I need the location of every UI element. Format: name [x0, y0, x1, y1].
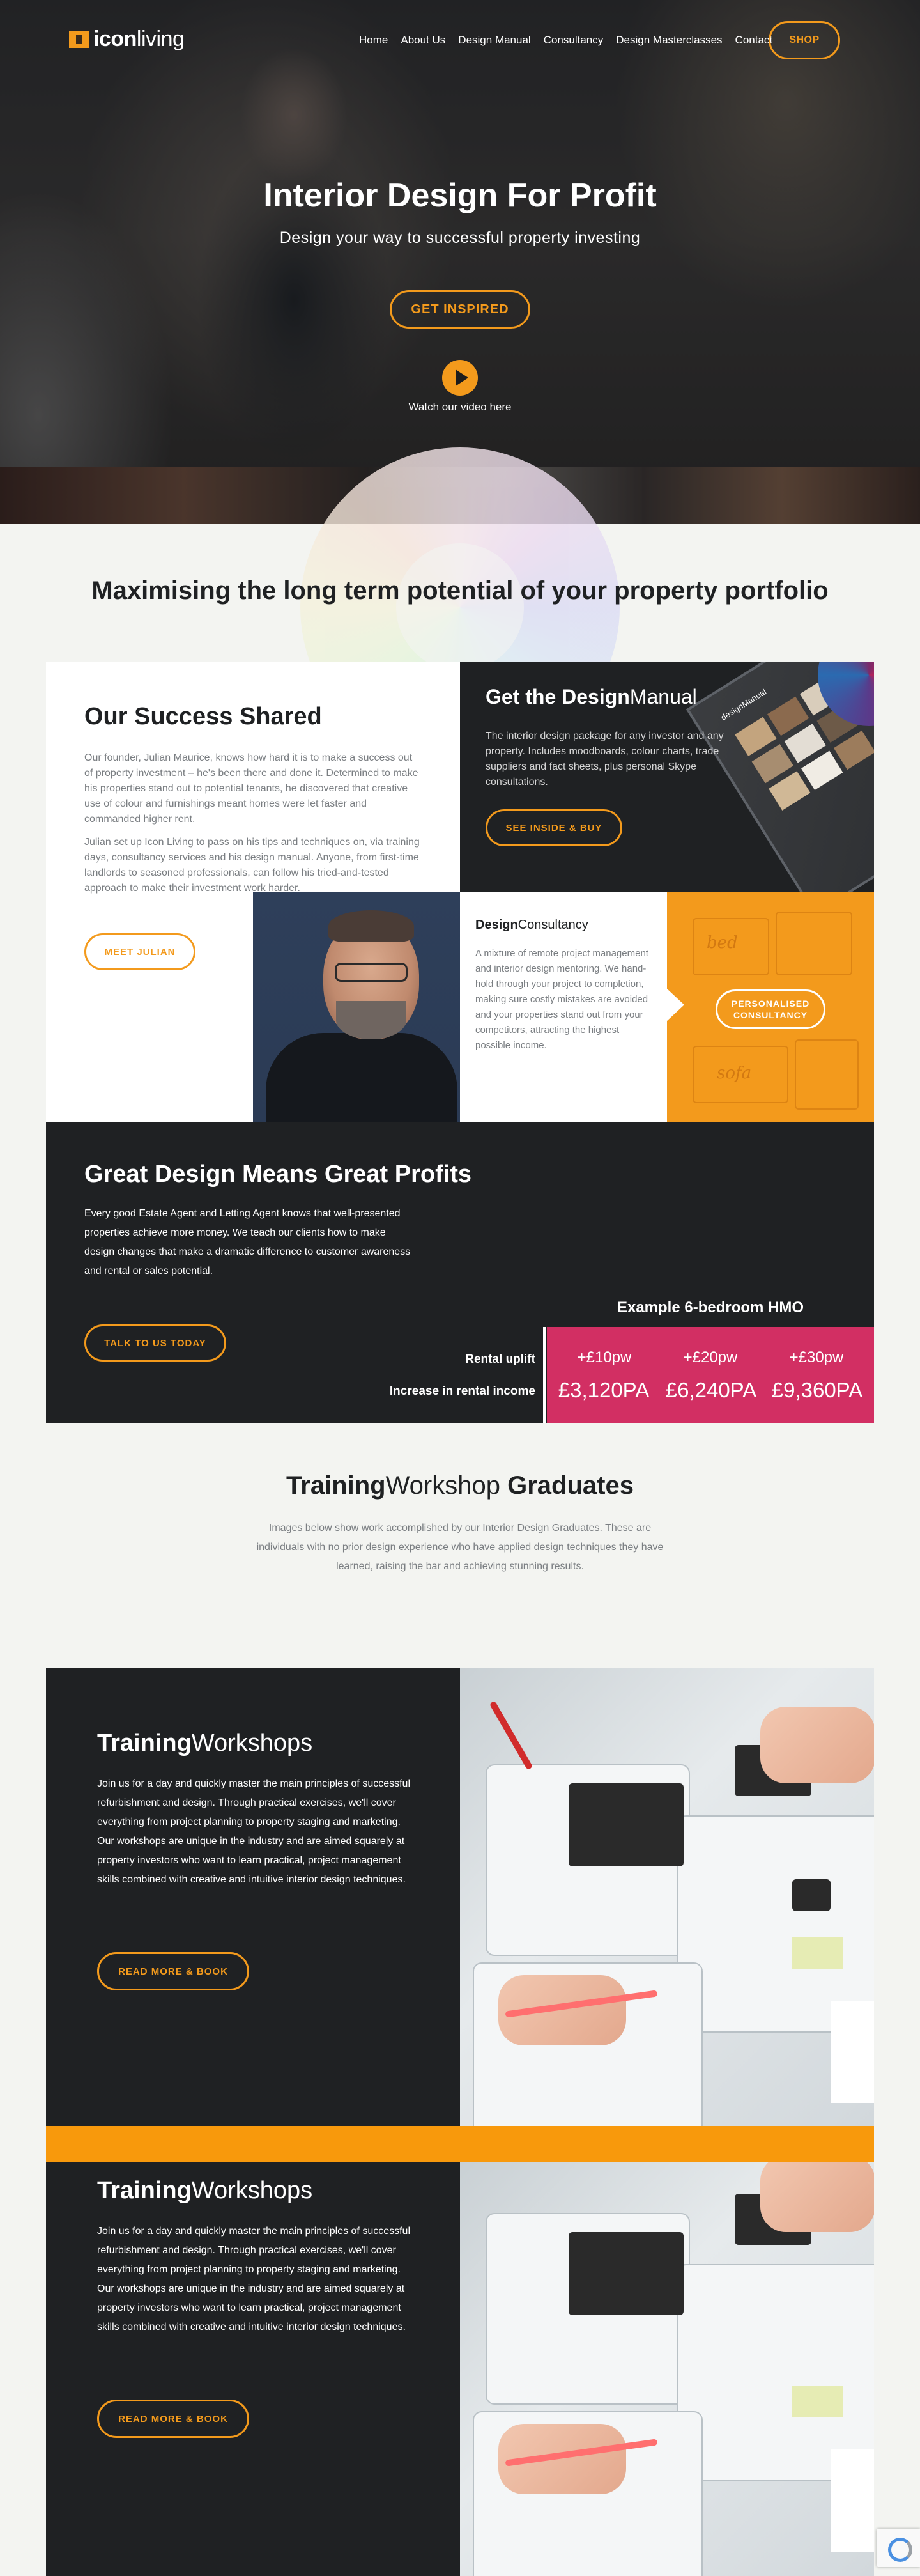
- increase-value: £9,360PA: [771, 1378, 863, 1402]
- read-more-book-button[interactable]: READ MORE & BOOK: [97, 1952, 249, 1990]
- watch-video-link[interactable]: Watch our video here: [0, 401, 920, 414]
- brand-logo[interactable]: iconliving: [69, 27, 185, 52]
- consultancy-image-panel: bed sofa PERSONALISED CONSULTANCY: [667, 892, 874, 1122]
- graduates-text: Images below show work accomplished by o…: [256, 1523, 664, 1572]
- nav-link-about-us[interactable]: About Us: [401, 34, 445, 47]
- increase-value: £6,240PA: [665, 1378, 757, 1402]
- uplift-value: +£30pw: [789, 1349, 844, 1366]
- intro-title: Maximising the long term potential of yo…: [91, 577, 829, 605]
- workshop-photo: [460, 2162, 874, 2576]
- graduates-title: TrainingWorkshop Graduates: [286, 1471, 634, 1500]
- julian-portrait-photo: [253, 892, 460, 1122]
- design-consultancy-card: DesignConsultancy A mixture of remote pr…: [460, 892, 667, 1122]
- brand-name-light: living: [136, 27, 185, 51]
- design-consultancy-text: A mixture of remote project management a…: [475, 948, 648, 1051]
- success-paragraph-2: Julian set up Icon Living to pass on his…: [84, 837, 420, 894]
- nav-links: Home About Us Design Manual Consultancy …: [359, 34, 772, 47]
- success-paragraph-1: Our founder, Julian Maurice, knows how h…: [84, 752, 418, 825]
- design-manual-title: Get the DesignManual: [486, 685, 697, 708]
- see-inside-buy-button[interactable]: SEE INSIDE & BUY: [486, 809, 622, 846]
- success-title: Our Success Shared: [84, 703, 322, 730]
- design-manual-card: designManual Get the DesignManual The in…: [460, 662, 874, 892]
- book-label: designManual: [719, 687, 769, 723]
- get-inspired-button[interactable]: GET INSPIRED: [390, 290, 530, 329]
- increase-value: £3,120PA: [558, 1378, 650, 1402]
- shop-button[interactable]: SHOP: [769, 21, 840, 59]
- profits-title: Great Design Means Great Profits: [84, 1161, 472, 1188]
- workshops-title: TrainingWorkshops: [97, 2177, 313, 2204]
- hero-section: iconliving Home About Us Design Manual C…: [0, 0, 920, 524]
- uplift-value: +£20pw: [683, 1349, 738, 1366]
- design-manual-text: The interior design package for any inve…: [486, 731, 724, 788]
- workshops-title: TrainingWorkshops: [97, 1730, 313, 1757]
- great-profits-section: Great Design Means Great Profits Every g…: [46, 1122, 874, 1423]
- rental-uplift-table: +£10pw +£20pw +£30pw £3,120PA £6,240PA £…: [547, 1327, 874, 1423]
- nav-link-consultancy[interactable]: Consultancy: [544, 34, 604, 47]
- nav-link-design-masterclasses[interactable]: Design Masterclasses: [616, 34, 722, 47]
- workshop-photo: [460, 1668, 874, 2126]
- sketch-word-bed: bed: [707, 933, 738, 952]
- hero-title: Interior Design For Profit: [263, 177, 657, 214]
- personalised-consultancy-button[interactable]: PERSONALISED CONSULTANCY: [716, 989, 825, 1029]
- example-title: Example 6-bedroom HMO: [617, 1299, 804, 1316]
- workshops-text: Join us for a day and quickly master the…: [97, 1778, 411, 1885]
- rental-uplift-label: Rental uplift: [465, 1353, 535, 1366]
- hero-subtitle: Design your way to successful property i…: [279, 229, 641, 247]
- logo-mark-icon: [69, 31, 89, 48]
- brand-name-bold: icon: [93, 27, 137, 51]
- uplift-value: +£10pw: [577, 1349, 632, 1366]
- main-nav: iconliving Home About Us Design Manual C…: [0, 0, 920, 77]
- sketch-word-sofa: sofa: [717, 1064, 752, 1083]
- orange-divider-band: [46, 2126, 874, 2162]
- workshops-text: Join us for a day and quickly master the…: [97, 2226, 411, 2332]
- play-video-icon[interactable]: [442, 360, 478, 396]
- training-workshops-card: TrainingWorkshops Join us for a day and …: [46, 2162, 460, 2576]
- read-more-book-button[interactable]: READ MORE & BOOK: [97, 2400, 249, 2438]
- training-workshops-card: TrainingWorkshops Join us for a day and …: [46, 1668, 460, 2126]
- recaptcha-badge-icon[interactable]: [877, 2529, 920, 2567]
- nav-link-home[interactable]: Home: [359, 34, 388, 47]
- meet-julian-button[interactable]: MEET JULIAN: [84, 933, 195, 970]
- talk-to-us-button[interactable]: TALK TO US TODAY: [84, 1324, 226, 1362]
- nav-link-design-manual[interactable]: Design Manual: [458, 34, 530, 47]
- rental-increase-label: Increase in rental income: [389, 1385, 535, 1398]
- profits-text: Every good Estate Agent and Letting Agen…: [84, 1208, 411, 1276]
- nav-link-contact[interactable]: Contact: [735, 34, 773, 47]
- design-consultancy-title: DesignConsultancy: [475, 918, 588, 932]
